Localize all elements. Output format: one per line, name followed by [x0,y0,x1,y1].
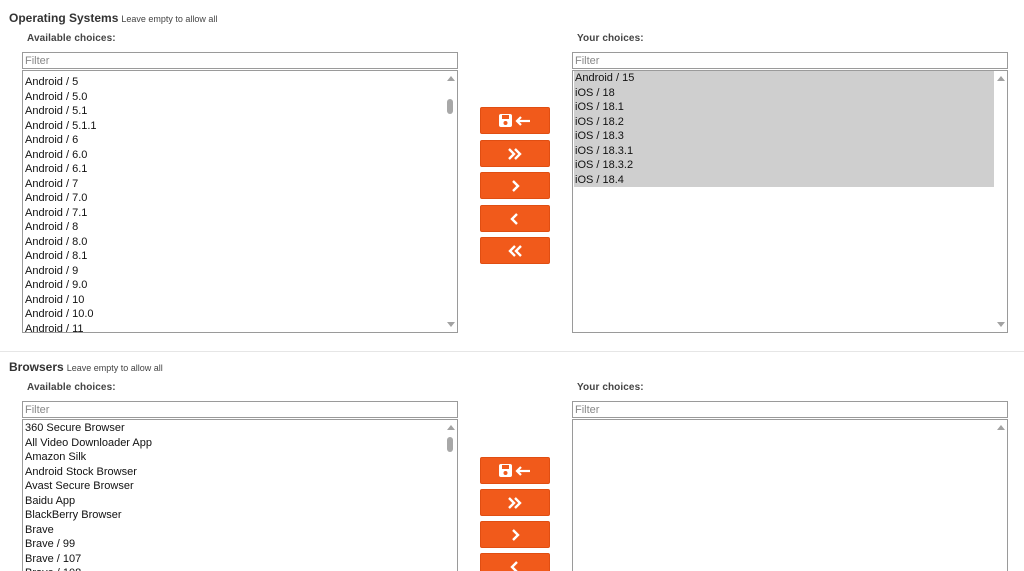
chevron-right-icon [512,528,520,541]
list-option[interactable]: Android / 10.0 [24,307,97,322]
os-chosen-label: Your choices: [577,33,644,44]
os-add-button[interactable] [480,172,550,199]
chevron-left-icon [510,560,518,571]
list-option[interactable]: Android / 6 [24,133,97,148]
os-chosen-scrollbar[interactable] [994,71,1007,332]
os-remove-all-button[interactable] [480,237,550,264]
scroll-up-arrow-icon[interactable] [997,76,1005,81]
list-option[interactable]: Android / 10 [24,293,97,308]
list-option[interactable]: All Video Downloader App [24,436,152,451]
list-option[interactable]: Brave / 99 [24,537,152,552]
list-option[interactable]: Android / 6.1 [24,162,97,177]
list-option[interactable]: iOS / 18.3.1 [574,144,995,159]
list-option[interactable]: Android / 8.0 [24,235,97,250]
browsers-available-list[interactable]: 360 Secure Browser All Video Downloader A… [22,419,458,571]
scroll-down-arrow-icon[interactable] [447,322,455,327]
browsers-available-scrollbar[interactable] [444,420,457,571]
list-option[interactable]: Android / 7 [24,177,97,192]
list-option[interactable]: Android Stock Browser [24,465,152,480]
os-chosen-list[interactable]: Android / 15 iOS / 18 iOS / 18.1 iOS / 18.2… [572,70,1008,333]
browsers-chosen-filter-input[interactable] [572,401,1008,418]
browsers-available-options: 360 Secure Browser All Video Downloader A… [24,421,152,571]
browsers-hint: Leave empty to allow all [66,363,163,373]
browsers-chosen-scrollbar[interactable] [994,420,1007,571]
browsers-add-all-button[interactable] [480,489,550,516]
os-hint: Leave empty to allow all [121,14,218,24]
list-option[interactable]: iOS / 18.1 [574,100,995,115]
os-section-title: Operating Systems Leave empty to allow al… [9,11,217,25]
list-option[interactable]: Android / 5.1.1 [24,119,97,134]
browsers-save-choose-button[interactable] [480,457,550,484]
os-available-label: Available choices: [27,33,116,44]
list-option[interactable]: Android / 9.0 [24,278,97,293]
list-option[interactable]: Android / 9 [24,264,97,279]
chevron-right-icon [512,179,520,192]
list-option[interactable]: Android / 8.1 [24,249,97,264]
os-chosen-options: Android / 15 iOS / 18 iOS / 18.1 iOS / 18.2… [574,71,995,187]
browsers-section-title: Browsers Leave empty to allow all [9,360,163,374]
browsers-chosen-label: Your choices: [577,382,644,393]
os-add-all-button[interactable] [480,140,550,167]
save-arrow-left-icon [499,463,530,477]
list-option[interactable]: Android / 11 [24,322,97,333]
list-option[interactable]: Avast Secure Browser [24,479,152,494]
browsers-available-filter-input[interactable] [22,401,458,418]
scroll-up-arrow-icon[interactable] [447,76,455,81]
browsers-remove-button[interactable] [480,553,550,571]
scroll-thumb[interactable] [447,437,453,452]
list-option[interactable]: Brave / 108 [24,566,152,571]
os-remove-button[interactable] [480,205,550,232]
list-option[interactable]: iOS / 18.3.2 [574,158,995,173]
browsers-available-label: Available choices: [27,382,116,393]
section-divider [0,351,1024,352]
list-option[interactable]: Android / 15 [574,71,995,86]
list-option[interactable]: Amazon Silk [24,450,152,465]
list-option[interactable]: iOS / 18.3 [574,129,995,144]
os-available-list[interactable]: Android / 5 Android / 5.0 Android / 5.1 And… [22,70,458,333]
scroll-up-arrow-icon[interactable] [447,425,455,430]
browsers-chosen-list[interactable] [572,419,1008,571]
list-option[interactable]: Android / 6.0 [24,148,97,163]
list-option[interactable]: Android / 8 [24,220,97,235]
list-option[interactable]: BlackBerry Browser [24,508,152,523]
list-option[interactable]: Baidu App [24,494,152,509]
list-option[interactable]: Android / 5.1 [24,104,97,119]
list-option[interactable]: 360 Secure Browser [24,421,152,436]
save-arrow-left-icon [499,113,530,127]
list-option[interactable]: iOS / 18 [574,86,995,101]
os-available-filter-input[interactable] [22,52,458,69]
browsers-add-button[interactable] [480,521,550,548]
os-available-options: Android / 5 Android / 5.0 Android / 5.1 And… [24,75,97,333]
os-available-scrollbar[interactable] [444,71,457,332]
browsers-title: Browsers [9,360,64,374]
chevron-left-icon [510,212,518,225]
list-option[interactable]: Android / 5 [24,75,97,90]
list-option[interactable]: iOS / 18.4 [574,173,995,188]
list-option[interactable]: iOS / 18.2 [574,115,995,130]
list-option[interactable]: Android / 7.1 [24,206,97,221]
scroll-up-arrow-icon[interactable] [997,425,1005,430]
double-chevron-right-icon [508,496,522,509]
scroll-down-arrow-icon[interactable] [997,322,1005,327]
list-option[interactable]: Brave [24,523,152,538]
os-chosen-filter-input[interactable] [572,52,1008,69]
list-option[interactable]: Android / 7.0 [24,191,97,206]
list-option[interactable]: Brave / 107 [24,552,152,567]
os-title: Operating Systems [9,11,119,25]
double-chevron-left-icon [508,244,522,257]
double-chevron-right-icon [508,147,522,160]
list-option[interactable]: Android / 5.0 [24,90,97,105]
os-save-choose-button[interactable] [480,107,550,134]
scroll-thumb[interactable] [447,99,453,114]
